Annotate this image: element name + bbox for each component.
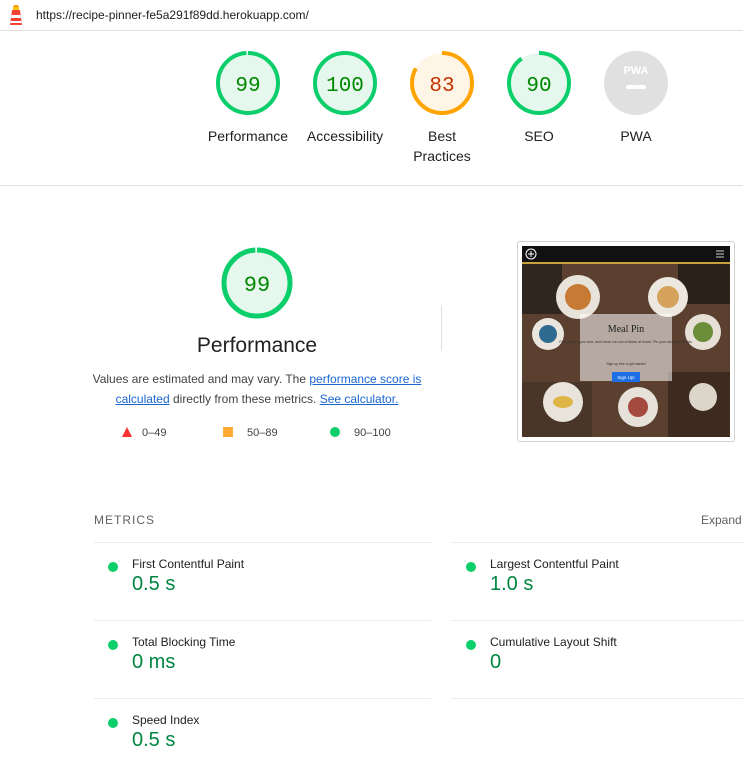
pwa-badge-icon: PWA bbox=[604, 51, 668, 115]
screenshot-small-text: Sign up free to get started bbox=[606, 362, 645, 366]
pass-circle-icon bbox=[108, 718, 118, 728]
gauge-label: Performance bbox=[207, 128, 289, 144]
screenshot-text: Find recipes you love, and never run out… bbox=[559, 340, 692, 344]
pass-circle-icon bbox=[466, 640, 476, 650]
gauge-pwa[interactable]: PWA PWA bbox=[586, 50, 686, 146]
metric-name: First Contentful Paint bbox=[132, 557, 245, 571]
pass-circle-icon bbox=[108, 640, 118, 650]
legend-range: 0–49 bbox=[142, 427, 167, 439]
gauge-label: SEO bbox=[524, 128, 554, 144]
gauge-label: Best Practices bbox=[413, 128, 471, 164]
gauge-ring: 100 bbox=[313, 51, 377, 115]
circle-icon bbox=[330, 427, 340, 437]
performance-score: 99 bbox=[244, 273, 270, 298]
desc-text: Values are estimated and may vary. The bbox=[92, 372, 310, 386]
metric-divider bbox=[94, 698, 431, 699]
screenshot-title: Meal Pin bbox=[608, 324, 644, 335]
metric-value: 0.5 s bbox=[132, 729, 176, 751]
metric-name: Speed Index bbox=[132, 713, 200, 727]
gauge-ring: 99 bbox=[216, 51, 280, 115]
metric-divider bbox=[451, 698, 743, 699]
lighthouse-icon bbox=[10, 5, 22, 25]
legend-range: 50–89 bbox=[247, 427, 278, 439]
gauge-label: Accessibility bbox=[306, 128, 384, 144]
gauge-score: 99 bbox=[235, 75, 260, 98]
expand-view-toggle[interactable]: Expand view bbox=[701, 513, 743, 527]
legend-pass: 90–100 bbox=[330, 427, 391, 439]
gauge-seo[interactable]: 90 SEO bbox=[489, 50, 589, 146]
pass-circle-icon bbox=[466, 562, 476, 572]
metric-divider bbox=[94, 542, 431, 543]
metrics-heading: METRICS bbox=[94, 513, 155, 527]
square-icon bbox=[223, 427, 233, 437]
see-calculator-link[interactable]: See calculator. bbox=[320, 392, 399, 406]
triangle-icon bbox=[122, 427, 132, 437]
pwa-badge-text: PWA bbox=[623, 65, 648, 77]
gauge-score: 83 bbox=[429, 75, 454, 98]
metric-divider bbox=[451, 542, 743, 543]
metric-name: Cumulative Layout Shift bbox=[490, 635, 617, 649]
page-screenshot-image: Meal Pin Find recipes you love, and neve… bbox=[522, 246, 730, 437]
pass-circle-icon bbox=[108, 562, 118, 572]
metric-name: Total Blocking Time bbox=[132, 635, 236, 649]
page-url[interactable]: https://recipe-pinner-fe5a291f89dd.herok… bbox=[36, 8, 309, 22]
gauge-accessibility[interactable]: 100 Accessibility bbox=[295, 50, 395, 146]
metric-divider bbox=[451, 620, 743, 621]
metric-value: 0 ms bbox=[132, 651, 176, 673]
desc-text: directly from these metrics. bbox=[169, 392, 320, 406]
gauge-ring: 83 bbox=[410, 51, 474, 115]
screenshot-button: Sign Up! bbox=[617, 375, 634, 380]
section-divider bbox=[0, 185, 743, 186]
final-screenshot[interactable]: Meal Pin Find recipes you love, and neve… bbox=[517, 241, 735, 442]
metric-divider bbox=[94, 620, 431, 621]
gauge-best-practices[interactable]: 83 Best Practices bbox=[392, 50, 492, 166]
metric-name: Largest Contentful Paint bbox=[490, 557, 619, 571]
legend-fail: 0–49 bbox=[122, 427, 166, 439]
legend-range: 90–100 bbox=[354, 427, 391, 439]
metric-value: 0 bbox=[490, 651, 502, 673]
legend-average: 50–89 bbox=[223, 427, 278, 439]
metric-value: 0.5 s bbox=[132, 573, 176, 595]
performance-description: Values are estimated and may vary. The p… bbox=[90, 369, 424, 409]
vertical-divider bbox=[441, 305, 442, 351]
gauge-ring: 90 bbox=[507, 51, 571, 115]
gauge-score: 100 bbox=[326, 75, 364, 98]
url-bar: https://recipe-pinner-fe5a291f89dd.herok… bbox=[0, 0, 743, 31]
performance-gauge: 99 bbox=[221, 247, 293, 319]
gauge-label: PWA bbox=[620, 128, 652, 144]
performance-title: Performance bbox=[196, 334, 318, 357]
metric-value: 1.0 s bbox=[490, 573, 534, 595]
gauge-score: 90 bbox=[526, 75, 551, 98]
gauge-performance[interactable]: 99 Performance bbox=[198, 50, 298, 146]
